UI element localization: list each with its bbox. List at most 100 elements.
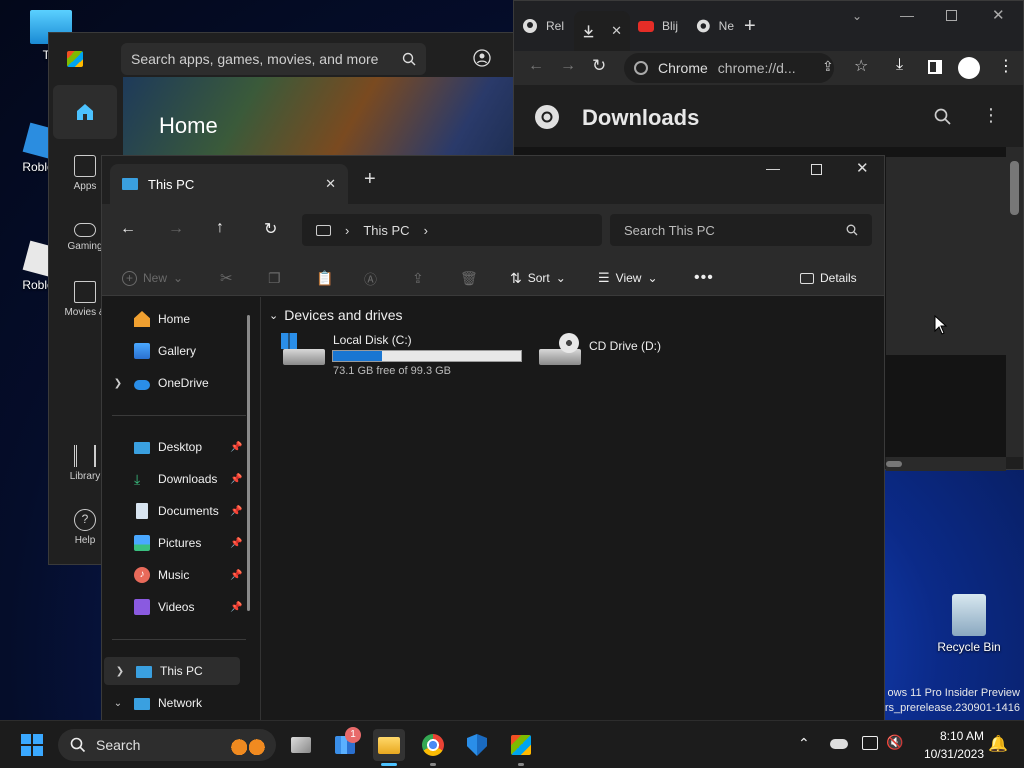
bookmark-star-icon[interactable]: ☆ [854,56,868,76]
store-nav-home[interactable] [53,85,117,139]
sidebar-item-pictures[interactable]: Pictures 📌 [102,529,242,557]
share-icon[interactable]: ⇪ [412,260,424,296]
new-label: New [143,271,168,285]
minimize-button[interactable]: — [900,7,914,23]
sidebar-item-gallery[interactable]: Gallery [102,337,242,365]
forward-icon[interactable]: → [168,220,184,238]
chevron-right-icon[interactable]: ❯ [104,666,136,677]
side-panel-icon[interactable] [928,60,942,74]
new-tab-button[interactable]: + [742,9,764,43]
more-icon[interactable]: ⋮ [982,105,1000,126]
more-options-icon[interactable]: ••• [694,260,714,296]
chrome-tab-newtab[interactable]: Ne [688,9,742,43]
chrome-tab-github[interactable]: Rel [514,9,574,43]
chevron-right-icon[interactable]: ❯ [102,378,134,389]
store-hero-title: Home [159,113,218,138]
profile-icon[interactable] [958,57,980,79]
sidebar-item-home[interactable]: Home [102,305,242,333]
close-button[interactable]: ✕ [856,159,869,177]
back-icon[interactable]: ← [528,57,544,75]
downloads-toolbar-icon[interactable]: ⤓ [896,56,903,74]
taskbar-search-input[interactable]: Search [58,729,276,761]
back-icon[interactable]: ← [120,220,136,238]
tab-search-icon[interactable]: ⌄ [852,9,862,23]
chrome-tab-downloads[interactable]: ✕ [574,11,630,51]
omnibox[interactable]: Chrome chrome://d... [624,53,834,83]
sidebar-scrollbar[interactable] [247,315,250,611]
drive-item-c[interactable]: Local Disk (C:) 73.1 GB free of 99.3 GB [281,333,523,379]
maximize-button[interactable] [946,10,957,21]
address-bar[interactable]: › This PC › [302,214,602,246]
forward-icon[interactable]: → [560,57,576,75]
explorer-tab-bar: This PC ✕ + — ✕ [102,156,884,204]
new-tab-button[interactable]: + [364,168,376,191]
cut-icon[interactable]: ✂ [220,260,233,296]
share-icon[interactable]: ⇪ [822,58,834,75]
explorer-navigation-bar: ← → ↑ ↻ › This PC › Search This PC [102,204,884,260]
security-taskbar-button[interactable] [461,729,493,761]
reload-icon[interactable]: ↻ [592,56,606,76]
onedrive-tray-icon[interactable] [830,739,848,749]
close-icon[interactable]: ✕ [611,23,622,39]
volume-muted-tray-icon[interactable]: 🔇 [886,734,903,751]
pin-icon[interactable]: 📌 [230,538,242,549]
chevron-down-icon[interactable]: ⌄ [102,698,134,709]
store-taskbar-button[interactable] [505,729,537,766]
scrollbar-thumb[interactable] [1010,161,1019,215]
sidebar-item-onedrive[interactable]: ❯ OneDrive [102,369,242,397]
refresh-icon[interactable]: ↻ [264,219,277,239]
desktop-icon-recycle-bin[interactable]: Recycle Bin [934,594,1004,654]
pin-icon[interactable]: 📌 [230,570,242,581]
system-clock[interactable]: 8:10 AM 10/31/2023 [924,727,984,763]
breadcrumb[interactable]: This PC [363,223,409,238]
sidebar-item-network[interactable]: ⌄ Network [102,689,242,717]
store-search-input[interactable]: Search apps, games, movies, and more [121,43,426,75]
drive-item-d[interactable]: CD Drive (D:) [537,333,697,379]
file-explorer-taskbar-button[interactable] [373,729,405,766]
start-button[interactable] [16,729,48,761]
paste-icon[interactable]: 📋 [316,260,333,296]
pin-icon[interactable]: 📌 [230,474,242,485]
rename-icon[interactable]: Ⓐ [364,260,377,296]
sidebar-item-documents[interactable]: Documents 📌 [102,497,242,525]
up-icon[interactable]: ↑ [216,219,224,237]
notification-bell-icon[interactable]: 🔔 [988,734,1008,754]
breadcrumb-separator-icon[interactable]: › [424,223,428,238]
details-pane-icon [800,272,814,284]
menu-icon[interactable]: ⋮ [998,56,1014,76]
sidebar-item-music[interactable]: ♪ Music 📌 [102,561,242,589]
pin-icon[interactable]: 📌 [230,506,242,517]
account-icon[interactable] [473,49,491,67]
task-view-button[interactable] [285,729,317,761]
details-button[interactable]: Details [800,260,857,296]
pin-icon[interactable]: 📌 [230,602,242,613]
maximize-button[interactable] [811,164,822,175]
disc-icon [559,333,579,353]
sidebar-item-thispc[interactable]: ❯ This PC [104,657,240,685]
chrome-tab-youtube[interactable]: Blij [630,9,688,43]
explorer-tab-thispc[interactable]: This PC ✕ [110,164,348,204]
minimize-button[interactable]: — [766,160,780,176]
new-button[interactable]: + New ⌄ [122,260,183,296]
explorer-tab-title: This PC [148,176,195,192]
view-button[interactable]: ☰ View ⌄ [598,260,658,296]
delete-icon[interactable]: 🗑 [460,260,478,296]
copy-icon[interactable]: ❐ [268,260,281,296]
close-button[interactable]: ✕ [992,6,1005,24]
explorer-search-input[interactable]: Search This PC [610,214,872,246]
sidebar-item-videos[interactable]: Videos 📌 [102,593,242,621]
close-icon[interactable]: ✕ [325,176,336,192]
chrome-taskbar-button[interactable] [417,729,449,766]
sort-button[interactable]: ⇅ Sort ⌄ [510,260,566,296]
pin-icon[interactable]: 📌 [230,442,242,453]
horizontal-scrollbar[interactable] [886,457,1006,471]
vertical-scrollbar[interactable] [1006,147,1023,457]
show-hidden-icons-chevron-icon[interactable]: ⌃ [798,735,810,752]
sidebar-item-downloads[interactable]: ⤓ Downloads 📌 [102,465,242,493]
network-tray-icon[interactable] [862,736,878,750]
scrollbar-thumb[interactable] [886,461,902,467]
widgets-button[interactable]: 1 [329,727,361,761]
sidebar-item-desktop[interactable]: Desktop 📌 [102,433,242,461]
section-header-devices[interactable]: ⌄ Devices and drives [269,307,403,323]
search-icon[interactable] [934,108,952,126]
